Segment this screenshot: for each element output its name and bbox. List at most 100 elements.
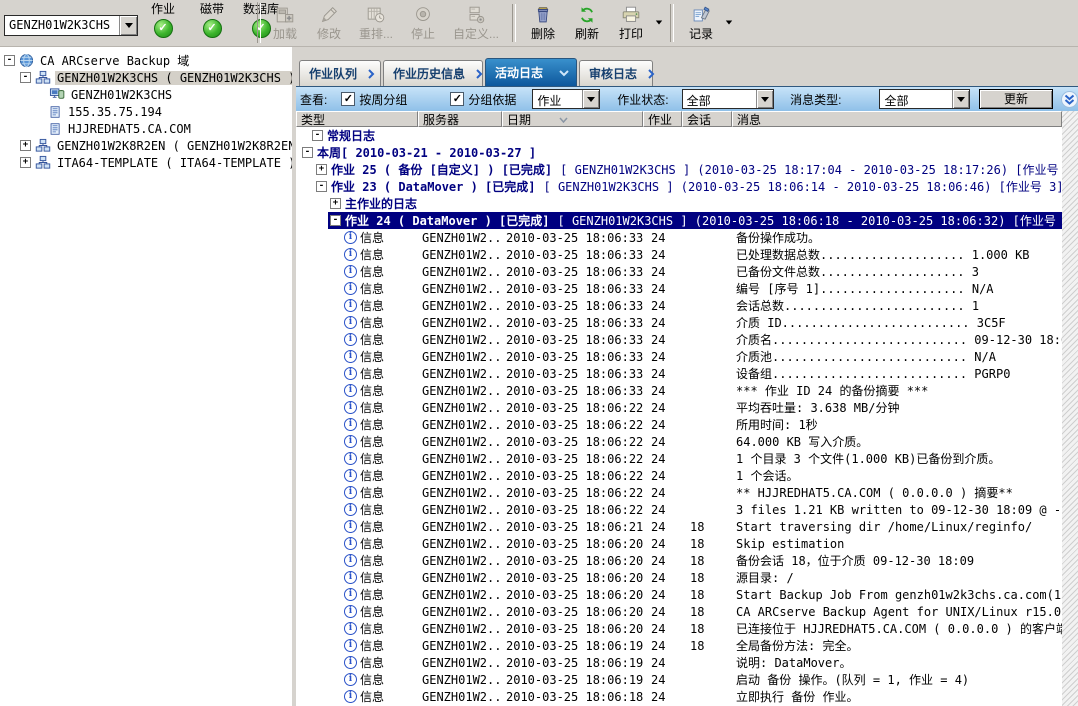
combo-dropdown-button[interactable] bbox=[582, 90, 599, 108]
server-selector-combo[interactable]: GENZH01W2K3CHS bbox=[4, 15, 138, 36]
tab-audit-log[interactable]: 审核日志 bbox=[579, 60, 653, 86]
expand-box-icon[interactable]: + bbox=[20, 157, 31, 168]
vertical-scrollbar[interactable] bbox=[1062, 111, 1078, 706]
log-info-row[interactable]: i信息GENZH01W2...2010-03-25 18:06:2224** H… bbox=[296, 484, 1062, 501]
log-group-row[interactable]: -常规日志 bbox=[296, 127, 1062, 144]
toolbar-separator bbox=[257, 3, 261, 43]
collapse-box-icon[interactable]: - bbox=[302, 147, 313, 158]
info-icon: i bbox=[344, 673, 357, 686]
log-info-row[interactable]: i信息GENZH01W2...2010-03-25 18:06:1824立即执行… bbox=[296, 688, 1062, 705]
group-by-week-label: 按周分组 bbox=[359, 91, 407, 108]
toolbar-dropdown-arrow[interactable] bbox=[653, 1, 665, 43]
date-cell: 2010-03-25 18:06:22 bbox=[502, 435, 643, 449]
log-info-row[interactable]: i信息GENZH01W2...2010-03-25 18:06:3324介质名.… bbox=[296, 331, 1062, 348]
double-chevron-down-icon[interactable] bbox=[1061, 91, 1078, 108]
info-icon: i bbox=[344, 282, 357, 295]
log-group-row[interactable]: +作业 25 ( 备份 [自定义] ) [已完成][ GENZH01W2K3CH… bbox=[296, 161, 1062, 178]
status-tape[interactable]: 磁带✓ bbox=[192, 2, 232, 38]
collapse-box-icon[interactable]: - bbox=[20, 72, 31, 83]
log-info-row[interactable]: i信息GENZH01W2...2010-03-25 18:06:3324设备组.… bbox=[296, 365, 1062, 382]
tree-item[interactable]: HJJREDHAT5.CA.COM bbox=[0, 120, 292, 137]
log-info-row[interactable]: i信息GENZH01W2...2010-03-25 18:06:202418CA… bbox=[296, 603, 1062, 620]
log-info-row[interactable]: i信息GENZH01W2...2010-03-25 18:06:3324会话总数… bbox=[296, 297, 1062, 314]
log-info-row[interactable]: i信息GENZH01W2...2010-03-25 18:06:202418已连… bbox=[296, 620, 1062, 637]
tab-activity-log[interactable]: 活动日志 bbox=[485, 58, 577, 86]
log-info-row[interactable]: i信息GENZH01W2...2010-03-25 18:06:212418St… bbox=[296, 518, 1062, 535]
log-info-row[interactable]: i信息GENZH01W2...2010-03-25 18:06:192418全局… bbox=[296, 637, 1062, 654]
tab-job-queue[interactable]: 作业队列 bbox=[299, 60, 381, 86]
log-group-row[interactable]: -作业 23 ( DataMover ) [已完成][ GENZH01W2K3C… bbox=[296, 178, 1062, 195]
job-cell: 24 bbox=[643, 384, 682, 398]
status-job[interactable]: 作业✓ bbox=[143, 2, 183, 38]
agent-icon bbox=[49, 122, 62, 136]
job-cell: 24 bbox=[643, 350, 682, 364]
message-cell: 1 个目录 3 个文件(1.000 KB)已备份到介质。 bbox=[732, 450, 1062, 467]
log-info-row[interactable]: i信息GENZH01W2...2010-03-25 18:06:222464.0… bbox=[296, 433, 1062, 450]
log-info-row[interactable]: i信息GENZH01W2...2010-03-25 18:06:3324*** … bbox=[296, 382, 1062, 399]
column-header-job[interactable]: 作业 bbox=[643, 111, 682, 127]
log-info-row[interactable]: i信息GENZH01W2...2010-03-25 18:06:22243 fi… bbox=[296, 501, 1062, 518]
session-cell: 18 bbox=[682, 605, 732, 619]
type-label: 信息 bbox=[360, 501, 384, 518]
log-info-row[interactable]: i信息GENZH01W2...2010-03-25 18:06:3324备份操作… bbox=[296, 229, 1062, 246]
expand-box-icon[interactable]: + bbox=[330, 198, 341, 209]
job-status-combo[interactable]: 全部 bbox=[682, 89, 775, 109]
column-header-server[interactable]: 服务器 bbox=[418, 111, 502, 127]
toolbar-button-refresh[interactable]: 刷新 bbox=[565, 1, 609, 43]
log-group-row[interactable]: +主作业的日志 bbox=[296, 195, 1062, 212]
group-by-checkbox[interactable]: ✓ bbox=[450, 92, 464, 106]
update-button[interactable]: 更新 bbox=[979, 89, 1053, 109]
log-info-row[interactable]: i信息GENZH01W2...2010-03-25 18:06:1924启动 备… bbox=[296, 671, 1062, 688]
expand-box-icon[interactable]: + bbox=[316, 164, 327, 175]
column-header-type[interactable]: 类型 bbox=[296, 111, 418, 127]
expand-box-icon[interactable]: + bbox=[20, 140, 31, 151]
log-group-row[interactable]: -作业 24 ( DataMover ) [已完成][ GENZH01W2K3C… bbox=[296, 212, 1062, 229]
msg-type-combo[interactable]: 全部 bbox=[879, 89, 970, 109]
log-info-row[interactable]: i信息GENZH01W2...2010-03-25 18:06:1924说明: … bbox=[296, 654, 1062, 671]
tree-item[interactable]: 155.35.75.194 bbox=[0, 103, 292, 120]
job-cell: 24 bbox=[643, 571, 682, 585]
combo-dropdown-button[interactable] bbox=[119, 16, 137, 35]
log-info-row[interactable]: i信息GENZH01W2...2010-03-25 18:06:2224所用时间… bbox=[296, 416, 1062, 433]
log-info-row[interactable]: i信息GENZH01W2...2010-03-25 18:06:3324介质池.… bbox=[296, 348, 1062, 365]
tree-item[interactable]: +GENZH01W2K8R2EN ( GENZH01W2K8R2EN ) bbox=[0, 137, 292, 154]
column-header-message[interactable]: 消息 bbox=[732, 111, 1062, 127]
column-header-session[interactable]: 会话 bbox=[682, 111, 732, 127]
date-cell: 2010-03-25 18:06:22 bbox=[502, 452, 643, 466]
collapse-box-icon[interactable]: - bbox=[316, 181, 327, 192]
column-header-date[interactable]: 日期 bbox=[502, 111, 643, 127]
combo-dropdown-button[interactable] bbox=[756, 90, 773, 108]
log-info-row[interactable]: i信息GENZH01W2...2010-03-25 18:06:202418Sk… bbox=[296, 535, 1062, 552]
tab-label: 审核日志 bbox=[589, 65, 637, 82]
log-group-row[interactable]: -本周[ 2010-03-21 - 2010-03-27 ] bbox=[296, 144, 1062, 161]
type-label: 信息 bbox=[360, 586, 384, 603]
collapse-box-icon[interactable]: - bbox=[4, 55, 15, 66]
toolbar-button-delete[interactable]: 删除 bbox=[521, 1, 565, 43]
log-info-row[interactable]: i信息GENZH01W2...2010-03-25 18:06:22241 个会… bbox=[296, 467, 1062, 484]
tree-item[interactable]: -CA ARCserve Backup 域 bbox=[0, 52, 292, 69]
log-info-row[interactable]: i信息GENZH01W2...2010-03-25 18:06:3324已处理数… bbox=[296, 246, 1062, 263]
log-info-row[interactable]: i信息GENZH01W2...2010-03-25 18:06:202418St… bbox=[296, 586, 1062, 603]
toolbar-button-record[interactable]: 记录 bbox=[679, 1, 723, 43]
log-info-row[interactable]: i信息GENZH01W2...2010-03-25 18:06:202418源目… bbox=[296, 569, 1062, 586]
collapse-box-icon[interactable]: - bbox=[312, 130, 323, 141]
group-by-combo[interactable]: 作业 bbox=[532, 89, 600, 109]
type-cell: i信息 bbox=[296, 297, 418, 314]
log-info-row[interactable]: i信息GENZH01W2...2010-03-25 18:06:22241 个目… bbox=[296, 450, 1062, 467]
log-info-row[interactable]: i信息GENZH01W2...2010-03-25 18:06:3324编号 [… bbox=[296, 280, 1062, 297]
log-info-row[interactable]: i信息GENZH01W2...2010-03-25 18:06:3324已备份文… bbox=[296, 263, 1062, 280]
tree-item[interactable]: -GENZH01W2K3CHS ( GENZH01W2K3CHS ) bbox=[0, 69, 292, 86]
tab-job-history[interactable]: 作业历史信息 bbox=[383, 60, 483, 86]
message-cell: 启动 备份 操作。(队列 = 1, 作业 = 4) bbox=[732, 671, 1062, 688]
log-info-row[interactable]: i信息GENZH01W2...2010-03-25 18:06:2224平均吞吐… bbox=[296, 399, 1062, 416]
combo-dropdown-button[interactable] bbox=[952, 90, 969, 108]
tree-item[interactable]: GENZH01W2K3CHS bbox=[0, 86, 292, 103]
toolbar-button-print[interactable]: 打印 bbox=[609, 1, 653, 43]
log-info-row[interactable]: i信息GENZH01W2...2010-03-25 18:06:202418备份… bbox=[296, 552, 1062, 569]
group-by-week-checkbox[interactable]: ✓ bbox=[341, 92, 355, 106]
log-info-row[interactable]: i信息GENZH01W2...2010-03-25 18:06:3324介质 I… bbox=[296, 314, 1062, 331]
tree-item[interactable]: +ITA64-TEMPLATE ( ITA64-TEMPLATE ) bbox=[0, 154, 292, 171]
server-cell: GENZH01W2... bbox=[418, 265, 502, 279]
toolbar-dropdown-arrow[interactable] bbox=[723, 1, 735, 43]
collapse-box-icon[interactable]: - bbox=[330, 215, 341, 226]
